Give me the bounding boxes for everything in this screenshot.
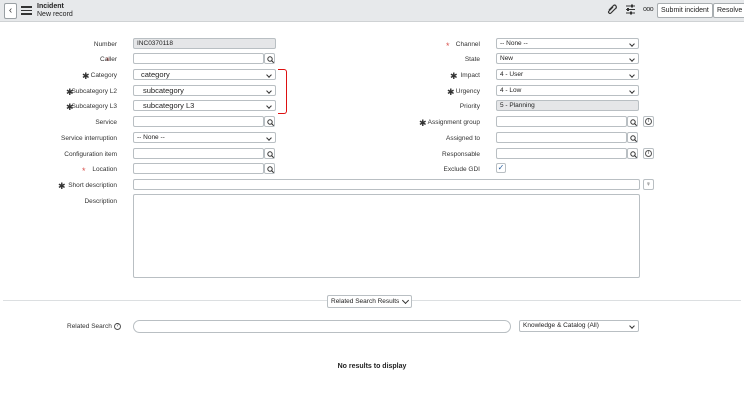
category-label: Category xyxy=(90,72,117,79)
short-description-input[interactable] xyxy=(133,179,640,190)
subcategory-l3-label: Subcategory L3 xyxy=(71,103,117,110)
assignment-group-info-button[interactable]: i xyxy=(643,116,654,127)
mandatory-marker: ✱ xyxy=(450,71,458,81)
responsable-label: Responsable xyxy=(442,151,480,158)
mandatory-marker: ✱ xyxy=(58,181,66,191)
urgency-label: Urgency xyxy=(455,88,480,95)
impact-select[interactable]: 4 - User xyxy=(496,69,639,80)
caller-input[interactable] xyxy=(133,53,264,64)
number-field: INC0370118 xyxy=(133,38,276,49)
service-label: Service xyxy=(95,119,117,126)
impact-label: Impact xyxy=(460,72,480,79)
search-icon xyxy=(267,56,274,63)
responsable-info-button[interactable]: i xyxy=(643,148,654,159)
page-subtitle: New record xyxy=(37,11,73,18)
priority-field: 5 - Planning xyxy=(496,100,639,111)
caller-label: Caller xyxy=(100,56,117,63)
assignment-group-label: Assignment group xyxy=(427,119,480,126)
category-select[interactable]: category xyxy=(133,69,276,80)
assignment-group-lookup-button[interactable] xyxy=(627,116,638,127)
configuration-item-lookup-button[interactable] xyxy=(264,148,275,159)
location-input[interactable] xyxy=(133,163,264,174)
search-icon xyxy=(267,119,274,126)
responsable-input[interactable] xyxy=(496,148,627,159)
search-icon xyxy=(630,119,637,126)
form-header: ‹ Incident New record ooo Submit inciden… xyxy=(0,0,744,22)
channel-select[interactable]: -- None -- xyxy=(496,38,639,49)
subcategory-l2-label: Subcategory L2 xyxy=(71,88,117,95)
paperclip-icon[interactable] xyxy=(607,4,617,19)
caller-lookup-button[interactable] xyxy=(264,53,275,64)
mandatory-marker: ✱ xyxy=(419,118,427,128)
more-icon[interactable]: ooo xyxy=(643,3,654,16)
required-marker: * xyxy=(446,41,450,51)
location-lookup-button[interactable] xyxy=(264,163,275,174)
annotation-bracket xyxy=(278,69,287,114)
exclude-gdi-label: Exclude GDI xyxy=(443,166,481,173)
short-description-label: Short description xyxy=(68,182,117,189)
priority-label: Priority xyxy=(459,103,480,110)
info-icon: i xyxy=(645,150,652,157)
responsable-lookup-button[interactable] xyxy=(627,148,638,159)
description-textarea[interactable] xyxy=(133,194,640,278)
service-input[interactable] xyxy=(133,116,264,127)
sliders-icon[interactable] xyxy=(625,4,636,19)
service-interruption-select[interactable]: -- None -- xyxy=(133,132,276,143)
channel-label: Channel xyxy=(455,41,480,48)
state-select[interactable]: New xyxy=(496,53,639,64)
no-results-message: No results to display xyxy=(337,363,407,370)
search-icon xyxy=(630,151,637,158)
configuration-item-input[interactable] xyxy=(133,148,264,159)
required-marker: * xyxy=(82,166,86,176)
state-label: State xyxy=(464,56,480,63)
assigned-to-lookup-button[interactable] xyxy=(627,132,638,143)
subcategory-l3-select[interactable]: subcategory L3 xyxy=(133,100,276,111)
assigned-to-label: Assigned to xyxy=(446,135,480,142)
related-search-input[interactable] xyxy=(133,320,511,333)
assignment-group-input[interactable] xyxy=(496,116,627,127)
search-icon xyxy=(267,151,274,158)
urgency-select[interactable]: 4 - Low xyxy=(496,85,639,96)
resolve-button[interactable]: Resolve xyxy=(713,3,744,18)
help-icon[interactable]: ? xyxy=(113,323,121,330)
search-icon xyxy=(630,135,637,142)
configuration-item-label: Configuration item xyxy=(64,151,117,158)
assigned-to-input[interactable] xyxy=(496,132,627,143)
info-icon: i xyxy=(645,118,652,125)
related-search-label: Related Search? xyxy=(67,323,121,330)
submit-incident-button[interactable]: Submit incident xyxy=(657,3,713,18)
description-label: Description xyxy=(84,198,117,205)
exclude-gdi-checkbox[interactable]: ✓ xyxy=(496,163,506,173)
related-search-results-button[interactable]: Related Search Results xyxy=(327,295,413,308)
knowledge-source-select[interactable]: Knowledge & Catalog (All) xyxy=(519,320,639,332)
mandatory-marker: ✱ xyxy=(447,87,455,97)
back-button[interactable]: ‹ xyxy=(4,3,17,19)
number-label: Number xyxy=(93,41,117,48)
service-interruption-label: Service interruption xyxy=(61,135,117,142)
chevron-left-icon: ‹ xyxy=(8,5,13,16)
search-icon xyxy=(267,166,274,173)
service-lookup-button[interactable] xyxy=(264,116,275,127)
page-title: Incident xyxy=(37,3,64,10)
lightbulb-icon[interactable]: ♀ xyxy=(643,179,654,190)
menu-icon[interactable] xyxy=(21,6,32,15)
mandatory-marker: ✱ xyxy=(82,71,90,81)
location-label: Location xyxy=(92,166,117,173)
subcategory-l2-select[interactable]: subcategory xyxy=(133,85,276,96)
